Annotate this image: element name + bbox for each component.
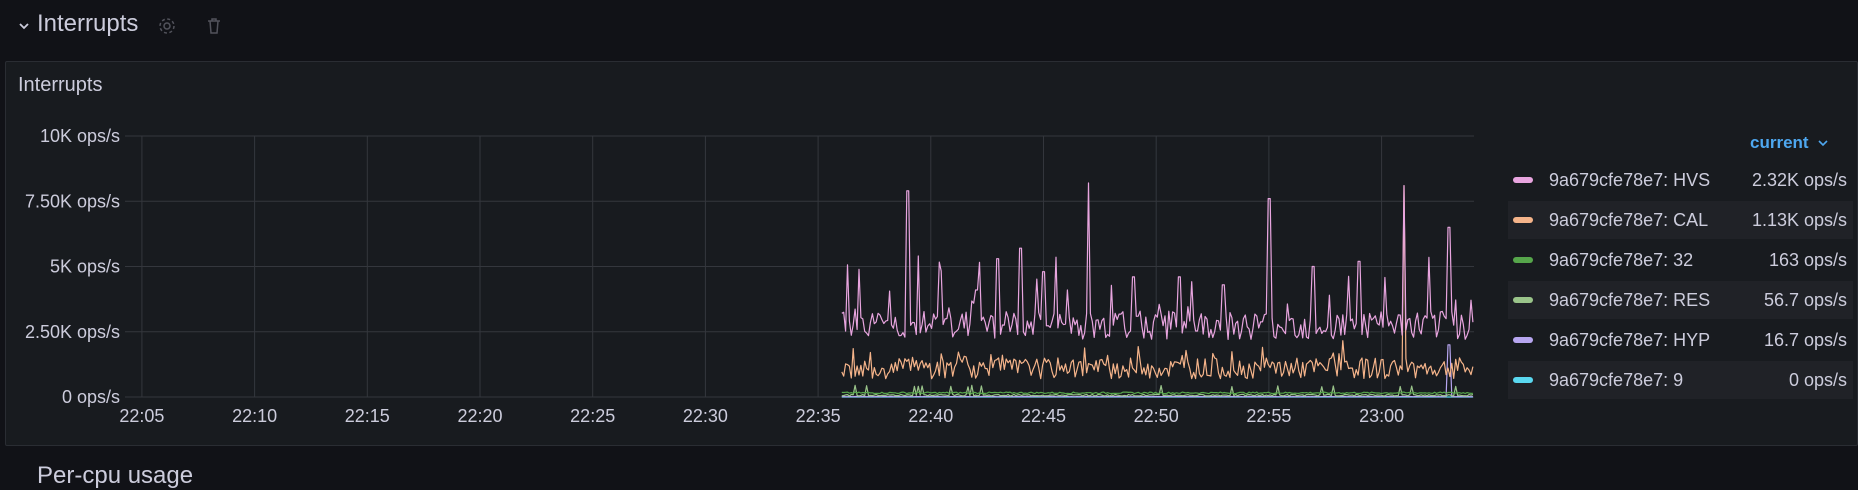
legend-item-name: 9a679cfe78e7: 32 <box>1549 249 1694 270</box>
legend-swatch <box>1513 297 1533 303</box>
x-tick-label: 22:30 <box>683 406 728 426</box>
x-tick-label: 22:55 <box>1246 406 1291 426</box>
chevron-down-icon <box>1818 140 1828 147</box>
legend-swatch <box>1513 377 1533 383</box>
legend-item-value: 2.32K ops/s <box>1751 169 1847 190</box>
legend-item-name: 9a679cfe78e7: CAL <box>1549 209 1709 230</box>
legend-item[interactable]: 9a679cfe78e7: 32 163 ops/s <box>1508 241 1853 279</box>
legend-swatch <box>1513 217 1533 223</box>
interrupts-chart: 0 ops/s 2.50K ops/s 5K ops/s 7.50K ops/s 10K… <box>25 126 1474 426</box>
legend-swatch <box>1513 337 1533 343</box>
series-line-9a679cfe78e7-hvs <box>841 182 1474 340</box>
legend-item-name: 9a679cfe78e7: RES <box>1549 289 1711 310</box>
x-tick-label: 23:00 <box>1359 406 1404 426</box>
x-tick-label: 22:15 <box>345 406 390 426</box>
legend-item-name: 9a679cfe78e7: HYP <box>1549 329 1711 350</box>
x-tick-label: 22:40 <box>908 406 953 426</box>
y-tick-label: 2.50K ops/s <box>25 322 120 342</box>
legend-item[interactable]: 9a679cfe78e7: HYP 16.7 ops/s <box>1508 321 1853 359</box>
x-tick-label: 22:45 <box>1021 406 1066 426</box>
x-tick-label: 22:35 <box>796 406 841 426</box>
legend-sort-current[interactable]: current <box>1750 133 1829 153</box>
series-line-9a679cfe78e7-hyp <box>841 344 1473 398</box>
legend-item-value: 0 ops/s <box>1788 369 1847 390</box>
x-tick-label: 22:10 <box>232 406 277 426</box>
legend-item-name: 9a679cfe78e7: HVS <box>1549 169 1711 190</box>
legend-item[interactable]: 9a679cfe78e7: 9 0 ops/s <box>1508 361 1853 399</box>
next-row-title[interactable]: Per-cpu usage <box>37 462 193 490</box>
legend-item-value: 1.13K ops/s <box>1751 209 1847 230</box>
legend-swatch <box>1513 177 1533 183</box>
series-line-9a679cfe78e7-res <box>841 384 1474 397</box>
x-tick-label: 22:20 <box>457 406 502 426</box>
y-tick-label: 10K ops/s <box>40 126 120 146</box>
legend-item-value: 56.7 ops/s <box>1763 289 1847 310</box>
y-tick-label: 7.50K ops/s <box>25 191 120 211</box>
legend-item-value: 16.7 ops/s <box>1763 329 1847 350</box>
legend-item-value: 163 ops/s <box>1768 249 1847 270</box>
series-line-9a679cfe78e7-cal <box>841 185 1474 380</box>
legend-item[interactable]: 9a679cfe78e7: RES 56.7 ops/s <box>1508 281 1853 319</box>
legend-swatch <box>1513 257 1533 263</box>
y-tick-label: 5K ops/s <box>50 257 120 277</box>
x-tick-label: 22:50 <box>1134 406 1179 426</box>
legend-item[interactable]: 9a679cfe78e7: CAL 1.13K ops/s <box>1508 201 1853 239</box>
series-line-9a679cfe78e7-32 <box>841 391 1473 395</box>
y-tick-label: 0 ops/s <box>62 387 120 407</box>
legend-item[interactable]: 9a679cfe78e7: HVS 2.32K ops/s <box>1508 161 1853 199</box>
x-tick-label: 22:25 <box>570 406 615 426</box>
legend-item-name: 9a679cfe78e7: 9 <box>1549 369 1684 390</box>
x-tick-label: 22:05 <box>119 406 164 426</box>
legend-sort-label: current <box>1750 133 1809 152</box>
